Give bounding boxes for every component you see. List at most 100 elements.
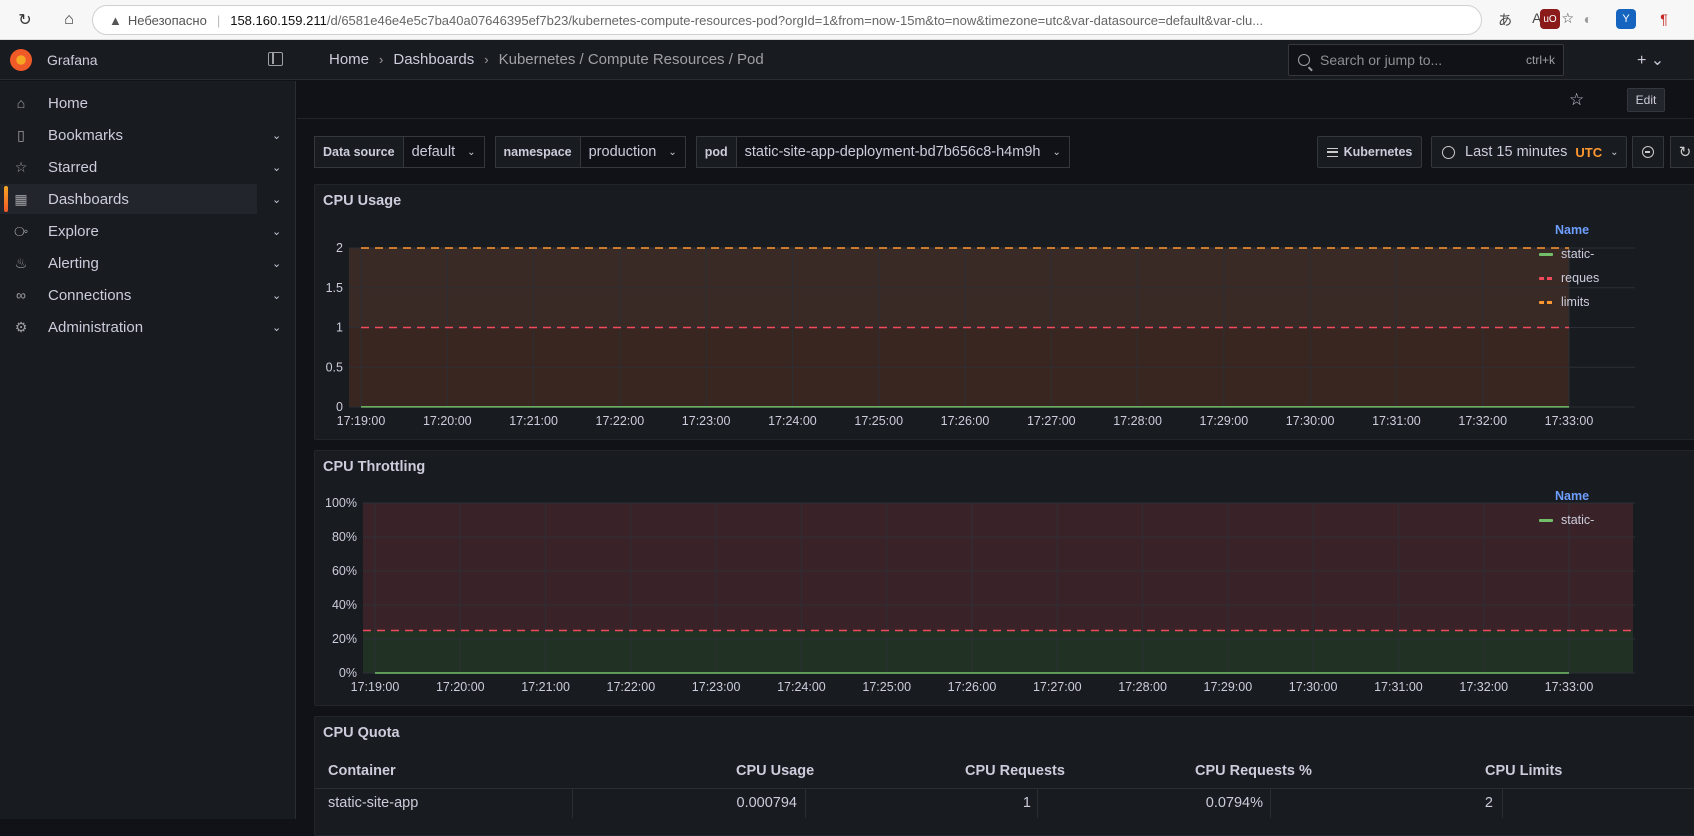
home-icon: ⌂ (16, 95, 26, 111)
breadcrumb-current: Kubernetes / Compute Resources / Pod (498, 51, 764, 68)
variable-value: production (588, 144, 657, 160)
cpu-usage-chart: 0 0.5 1 1.5 2 17:19:00 17:20:00 17:21:00 17:22:0… (326, 241, 1635, 428)
brand-name[interactable]: Grafana (47, 52, 98, 68)
x-tick-label: 17:31:00 (1374, 680, 1423, 694)
legend-swatch (1539, 518, 1553, 522)
translate-icon[interactable]: あ (1498, 10, 1512, 30)
sidebar-item-home[interactable]: ⌂ Home (0, 88, 296, 118)
x-tick-label: 17:33:00 (1545, 414, 1594, 428)
cpu-throttling-panel[interactable]: CPU Throttling 0% 20% 40% 60% 80% 100% 17:19:0… (314, 450, 1694, 706)
chevron-down-icon[interactable]: ⌄ (272, 321, 281, 334)
legend-item-limits[interactable]: limits (1539, 294, 1589, 310)
table-divider (315, 788, 1694, 789)
datasource-select[interactable]: default ⌄ (403, 136, 485, 168)
ublock-extension-icon[interactable]: uO (1540, 9, 1560, 29)
variable-label: pod (695, 136, 737, 168)
refresh-icon: ↻ (1678, 144, 1692, 161)
x-tick-label: 17:27:00 (1027, 414, 1076, 428)
sidebar-item-label: Connections (48, 286, 132, 304)
legend-item-series[interactable]: static- (1539, 246, 1594, 262)
column-header-cpu-usage[interactable]: CPU Usage (736, 763, 814, 779)
yandex-extension-icon[interactable]: Y (1616, 9, 1636, 29)
pod-select[interactable]: static-site-app-deployment-bd7b656c8-h4m… (736, 136, 1070, 168)
x-tick-label: 17:20:00 (423, 414, 472, 428)
x-tick-label: 17:31:00 (1372, 414, 1421, 428)
grafana-logo-icon[interactable] (10, 49, 32, 71)
warning-icon[interactable]: ▲ (109, 13, 122, 28)
x-tick-label: 17:22:00 (596, 414, 645, 428)
column-header-cpu-requests[interactable]: CPU Requests (965, 763, 1065, 779)
sidebar-item-explore[interactable]: ⧂ Explore ⌄ (0, 216, 296, 246)
x-tick-label: 17:33:00 (1545, 680, 1594, 694)
y-tick-label: 20% (332, 632, 357, 646)
x-tick-label: 17:32:00 (1458, 414, 1507, 428)
column-header-container[interactable]: Container (328, 763, 396, 779)
table-cell-cpu-requests: 1 (1022, 795, 1031, 811)
cpu-throttling-chart: 0% 20% 40% 60% 80% 100% 17:19:00 17:20:00 17:21:… (325, 496, 1635, 694)
url-path: /d/6581e46e4e5c7ba40a07646395ef7b23/kube… (326, 12, 1264, 28)
dock-menu-icon[interactable] (268, 52, 283, 66)
y-tick-label: 0.5 (326, 360, 343, 374)
add-new-icon[interactable]: + ⌄ (1637, 50, 1664, 70)
variable-value: default (411, 144, 456, 160)
threshold-band (363, 503, 1633, 631)
chevron-down-icon[interactable]: ⌄ (272, 225, 281, 238)
legend-header[interactable]: Name (1555, 489, 1589, 503)
insecure-label[interactable]: Небезопасно (128, 13, 207, 28)
chevron-down-icon[interactable]: ⌄ (272, 193, 281, 206)
chevron-down-icon[interactable]: ⌄ (272, 257, 281, 270)
chevron-down-icon: ⌄ (1610, 146, 1619, 158)
sidebar-item-starred[interactable]: ☆ Starred ⌄ (0, 152, 296, 182)
paragraph-extension-icon[interactable]: ¶ (1654, 9, 1674, 29)
x-tick-label: 17:21:00 (509, 414, 558, 428)
menu-icon (1326, 147, 1338, 157)
extension-icon[interactable]: ◐ (1578, 9, 1598, 29)
x-tick-label: 17:24:00 (777, 680, 826, 694)
x-tick-label: 17:29:00 (1204, 680, 1253, 694)
sidebar-item-label: Starred (48, 158, 98, 176)
chevron-down-icon[interactable]: ⌄ (272, 161, 281, 174)
sidebar-item-dashboards[interactable]: ▦ Dashboards ⌄ (0, 184, 281, 214)
breadcrumb-home[interactable]: Home (329, 51, 369, 68)
search-input[interactable]: Search or jump to... ctrl+k (1288, 44, 1564, 76)
sidebar-item-administration[interactable]: ⚙ Administration ⌄ (0, 312, 296, 342)
time-range-picker[interactable]: Last 15 minutes UTC ⌄ (1431, 136, 1627, 168)
address-bar[interactable]: ▲ Небезопасно | 158.160.159.211/d/6581e4… (92, 5, 1482, 35)
y-tick-label: 100% (325, 496, 357, 510)
url-text[interactable]: 158.160.159.211/d/6581e46e4e5c7ba40a0764… (230, 13, 1370, 28)
chevron-down-icon[interactable]: ⌄ (272, 129, 281, 142)
refresh-button[interactable]: ↻ (1670, 136, 1694, 168)
x-tick-label: 17:30:00 (1286, 414, 1335, 428)
column-header-cpu-requests-pct[interactable]: CPU Requests % (1195, 763, 1312, 779)
y-tick-label: 80% (332, 530, 357, 544)
chevron-down-icon: ⌄ (1052, 146, 1061, 158)
column-header-cpu-limits[interactable]: CPU Limits (1485, 763, 1562, 779)
x-tick-label: 17:24:00 (768, 414, 817, 428)
search-icon (1298, 54, 1310, 66)
chevron-right-icon: › (484, 52, 489, 67)
sidebar-item-bookmarks[interactable]: ▯ Bookmarks ⌄ (0, 120, 296, 150)
x-tick-label: 17:20:00 (436, 680, 485, 694)
x-tick-label: 17:29:00 (1200, 414, 1249, 428)
namespace-select[interactable]: production ⌄ (580, 136, 686, 168)
breadcrumb-dashboards[interactable]: Dashboards (393, 51, 474, 68)
cpu-usage-panel[interactable]: CPU Usage 0 0.5 1 1.5 2 17:19:00 17:20:00 17:21… (314, 184, 1694, 440)
reload-icon[interactable]: ↻ (14, 9, 36, 31)
home-browser-icon[interactable]: ⌂ (58, 9, 80, 31)
cpu-quota-panel[interactable]: CPU Quota Container CPU Usage CPU Reques… (314, 716, 1694, 836)
table-cell-cpu-limits: 2 (1484, 795, 1493, 811)
legend-item-series[interactable]: static- (1539, 512, 1594, 528)
mark-favorite-star-icon[interactable]: ☆ (1569, 90, 1584, 110)
legend-item-requests[interactable]: reques (1539, 270, 1599, 286)
x-tick-label: 17:23:00 (692, 680, 741, 694)
legend-header[interactable]: Name (1555, 223, 1589, 237)
chevron-right-icon: › (379, 52, 384, 67)
sidebar-item-alerting[interactable]: ♨ Alerting ⌄ (0, 248, 296, 278)
time-range-label: Last 15 minutes (1465, 144, 1568, 160)
chevron-down-icon[interactable]: ⌄ (272, 289, 281, 302)
kubernetes-links-button[interactable]: Kubernetes (1317, 136, 1422, 168)
legend-swatch (1539, 300, 1553, 304)
zoom-out-button[interactable] (1632, 136, 1664, 168)
sidebar-item-connections[interactable]: ∞ Connections ⌄ (0, 280, 296, 310)
edit-button[interactable]: Edit (1627, 88, 1665, 112)
